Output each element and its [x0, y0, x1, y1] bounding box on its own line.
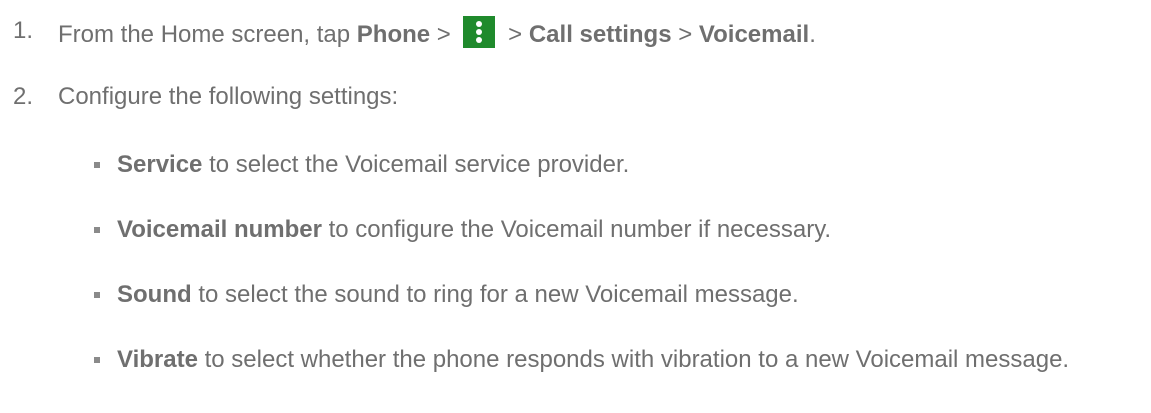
instruction-document: 1. From the Home screen, tap Phone > > C… [0, 0, 1151, 413]
bullet-icon [94, 227, 100, 233]
call-settings-label: Call settings [528, 21, 672, 48]
setting-desc: to select the Voicemail service provider… [202, 151, 630, 178]
voicemail-label: Voicemail [698, 21, 810, 48]
setting-desc: to select the sound to ring for a new Vo… [191, 281, 799, 308]
step-prefix: From the Home screen, tap [58, 21, 357, 48]
bullet-icon [94, 357, 100, 363]
setting-term: Vibrate [117, 346, 198, 373]
menu-dot [476, 37, 483, 43]
step-end: . [809, 21, 816, 48]
separator: > [430, 21, 458, 48]
separator: > [671, 21, 699, 48]
more-vert-icon [463, 16, 496, 48]
bullet-icon [94, 162, 100, 168]
step-number: 1. [13, 17, 34, 44]
menu-dot [476, 29, 483, 35]
setting-term: Sound [117, 281, 192, 308]
setting-text: Vibrate to select whether the phone resp… [117, 345, 1137, 375]
setting-desc: to select whether the phone responds wit… [197, 346, 1070, 373]
setting-text: Service to select the Voicemail service … [117, 150, 1137, 180]
phone-label: Phone [356, 21, 431, 48]
setting-text: Voicemail number to configure the Voicem… [117, 215, 1137, 245]
bullet-icon [94, 292, 100, 298]
step-text: From the Home screen, tap Phone > > Call… [58, 16, 816, 50]
setting-text: Sound to select the sound to ring for a … [117, 280, 1137, 310]
setting-term: Voicemail number [117, 216, 322, 243]
setting-desc: to configure the Voicemail number if nec… [321, 216, 832, 243]
menu-dot [476, 21, 483, 27]
setting-term: Service [117, 151, 203, 178]
step-text: Configure the following settings: [58, 83, 399, 110]
separator: > [501, 21, 529, 48]
step-number: 2. [13, 83, 34, 110]
